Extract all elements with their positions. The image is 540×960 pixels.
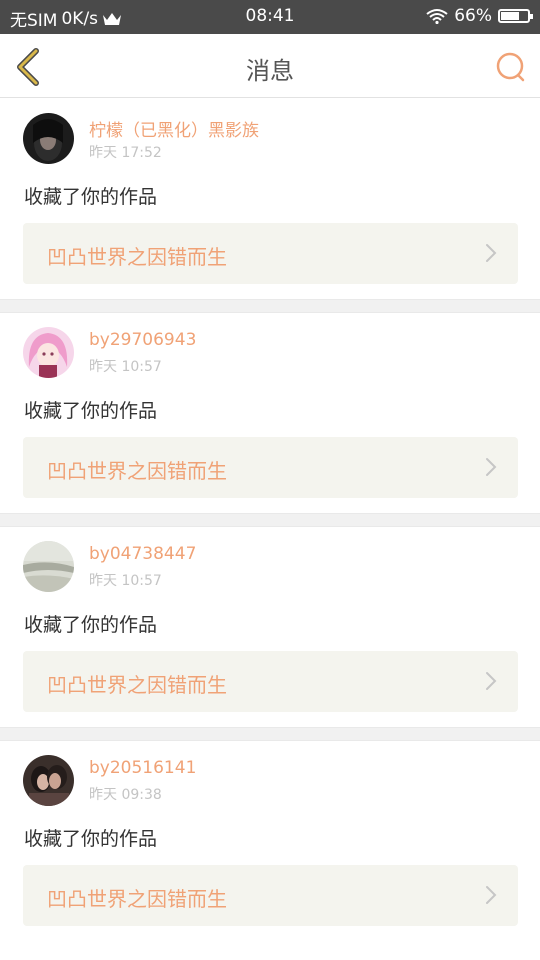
work-link[interactable]: 凹凸世界之因错而生: [23, 865, 518, 926]
message-action: 收藏了你的作品: [24, 614, 158, 636]
avatar[interactable]: [23, 113, 74, 164]
message-list: 柠檬（已黑化）黑影族 昨天 17:52 收藏了你的作品 凹凸世界之因错而生 by…: [0, 99, 540, 941]
avatar[interactable]: [23, 327, 74, 378]
status-right: 66%: [426, 6, 533, 26]
chevron-right-icon: [486, 886, 497, 904]
avatar[interactable]: [23, 541, 74, 592]
message-item: by04738447 昨天 10:57 收藏了你的作品 凹凸世界之因错而生: [0, 527, 540, 727]
work-link[interactable]: 凹凸世界之因错而生: [23, 651, 518, 712]
wifi-icon: [426, 9, 448, 24]
message-time: 昨天 10:57: [89, 359, 162, 375]
user-name[interactable]: by20516141: [89, 758, 196, 778]
page-title: 消息: [246, 57, 294, 85]
work-title: 凹凸世界之因错而生: [47, 673, 227, 697]
message-action: 收藏了你的作品: [24, 186, 158, 208]
message-item: by20516141 昨天 09:38 收藏了你的作品 凹凸世界之因错而生: [0, 741, 540, 941]
user-name[interactable]: by29706943: [89, 330, 196, 350]
user-name[interactable]: 柠檬（已黑化）黑影族: [89, 116, 259, 141]
chevron-right-icon: [486, 672, 497, 690]
work-title: 凹凸世界之因错而生: [47, 245, 227, 269]
avatar-image: [23, 755, 74, 806]
work-title: 凹凸世界之因错而生: [47, 459, 227, 483]
nav-bar: 消息: [0, 34, 540, 98]
chevron-right-icon: [486, 458, 497, 476]
work-link[interactable]: 凹凸世界之因错而生: [23, 437, 518, 498]
divider: [0, 299, 540, 313]
battery-fill: [501, 12, 520, 20]
search-icon[interactable]: [494, 50, 528, 84]
avatar-image: [23, 113, 74, 164]
message-time: 昨天 17:52: [89, 145, 162, 161]
message-action: 收藏了你的作品: [24, 828, 158, 850]
battery-icon: [498, 9, 533, 23]
battery-percent: 66%: [454, 6, 492, 26]
work-title: 凹凸世界之因错而生: [47, 887, 227, 911]
status-bar: 无SIM 0K/s 08:41 66%: [0, 0, 540, 34]
message-action: 收藏了你的作品: [24, 400, 158, 422]
message-time: 昨天 10:57: [89, 573, 162, 589]
divider: [0, 513, 540, 527]
message-time: 昨天 09:38: [89, 787, 162, 803]
message-item: 柠檬（已黑化）黑影族 昨天 17:52 收藏了你的作品 凹凸世界之因错而生: [0, 99, 540, 299]
chevron-right-icon: [486, 244, 497, 262]
user-name[interactable]: by04738447: [89, 544, 196, 564]
message-item: by29706943 昨天 10:57 收藏了你的作品 凹凸世界之因错而生: [0, 313, 540, 513]
avatar-image: [23, 541, 74, 592]
avatar-image: [23, 327, 74, 378]
work-link[interactable]: 凹凸世界之因错而生: [23, 223, 518, 284]
avatar[interactable]: [23, 755, 74, 806]
divider: [0, 727, 540, 741]
